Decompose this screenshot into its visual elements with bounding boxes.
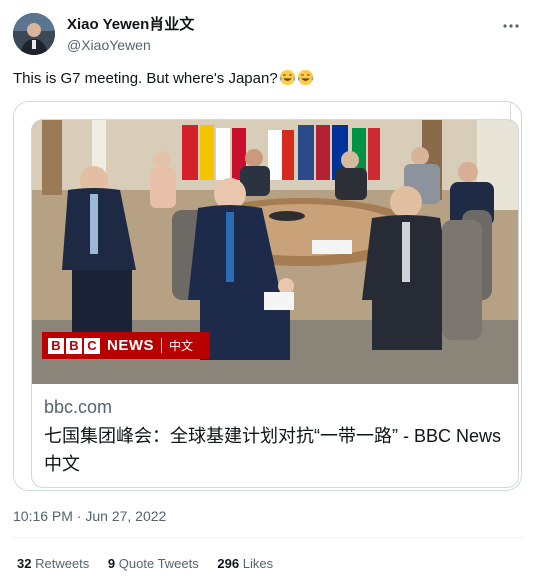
badge-separator (161, 338, 162, 353)
likes-label: Likes (242, 556, 274, 571)
author-handle[interactable]: @XiaoYewen (67, 36, 194, 54)
bbc-news-label: NEWS (107, 337, 154, 354)
tweet-header: Xiao Yewen肖业文 @XiaoYewen (13, 13, 524, 61)
card-photo[interactable]: B B C NEWS 中文 (32, 120, 518, 384)
ellipsis-icon (503, 24, 519, 28)
bbc-lang-label: 中文 (169, 339, 194, 353)
quote-tweets-stat[interactable]: 9 Quote Tweets (108, 556, 199, 572)
face-with-tears-of-joy-icon (279, 69, 295, 86)
bbc-letter-b1: B (48, 337, 64, 354)
divider (13, 537, 524, 538)
display-name[interactable]: Xiao Yewen肖业文 (67, 16, 194, 34)
card-title[interactable]: 七国集团峰会：全球基建计划对抗“一带一路” - BBC News 中文 (44, 422, 514, 478)
quotes-count: 9 (107, 556, 116, 571)
avatar[interactable] (13, 13, 55, 55)
retweets-stat[interactable]: 32 Retweets (17, 556, 89, 572)
likes-count: 296 (217, 556, 240, 571)
avatar-image (13, 13, 55, 55)
link-card[interactable]: B B C NEWS 中文 bbc.com 七国集团峰会：全球基建计划对抗“一带… (31, 119, 519, 488)
bbc-news-badge: B B C NEWS 中文 (42, 332, 210, 359)
quotes-label: Quote Tweets (118, 556, 199, 571)
bbc-letter-b2: B (66, 337, 82, 354)
retweets-label: Retweets (35, 556, 90, 571)
engagement-stats: 32 Retweets 9 Quote Tweets 296 Likes (17, 556, 288, 572)
tweet-body: This is G7 meeting. But where's Japan? (13, 70, 278, 87)
author-block[interactable]: Xiao Yewen肖业文 @XiaoYewen (67, 16, 194, 54)
tweet-timestamp[interactable]: 10:16 PM · Jun 27, 2022 (13, 507, 166, 525)
face-with-tears-of-joy-icon (297, 69, 313, 86)
tweet-text: This is G7 meeting. But where's Japan? (13, 69, 314, 89)
link-card-frame: B B C NEWS 中文 bbc.com 七国集团峰会：全球基建计划对抗“一带… (13, 101, 522, 491)
retweets-count: 32 (17, 556, 32, 571)
card-meta[interactable]: bbc.com 七国集团峰会：全球基建计划对抗“一带一路” - BBC News… (44, 396, 514, 478)
card-domain: bbc.com (44, 397, 113, 417)
bbc-letter-c: C (84, 337, 100, 354)
likes-stat[interactable]: 296 Likes (217, 556, 273, 572)
more-icon[interactable] (500, 15, 522, 37)
